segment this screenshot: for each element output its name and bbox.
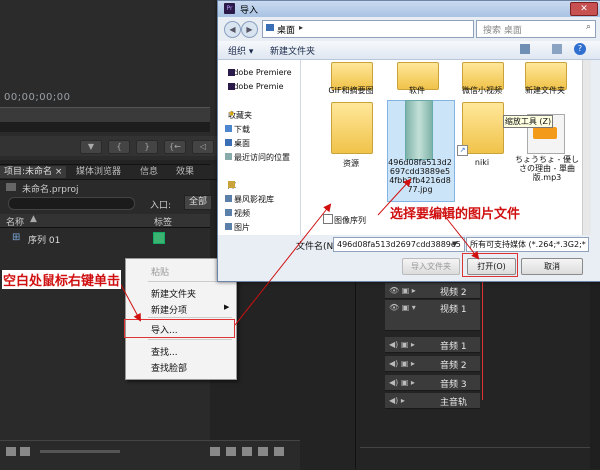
arrow-to-dialog [234,203,332,326]
annotation-select-image: 选择要编辑的图片文件 [390,207,521,222]
annotation-arrows [119,178,480,326]
annotation-right-click: 空白处鼠标右键单击 [2,270,122,289]
arrow-to-context-menu [119,282,141,322]
